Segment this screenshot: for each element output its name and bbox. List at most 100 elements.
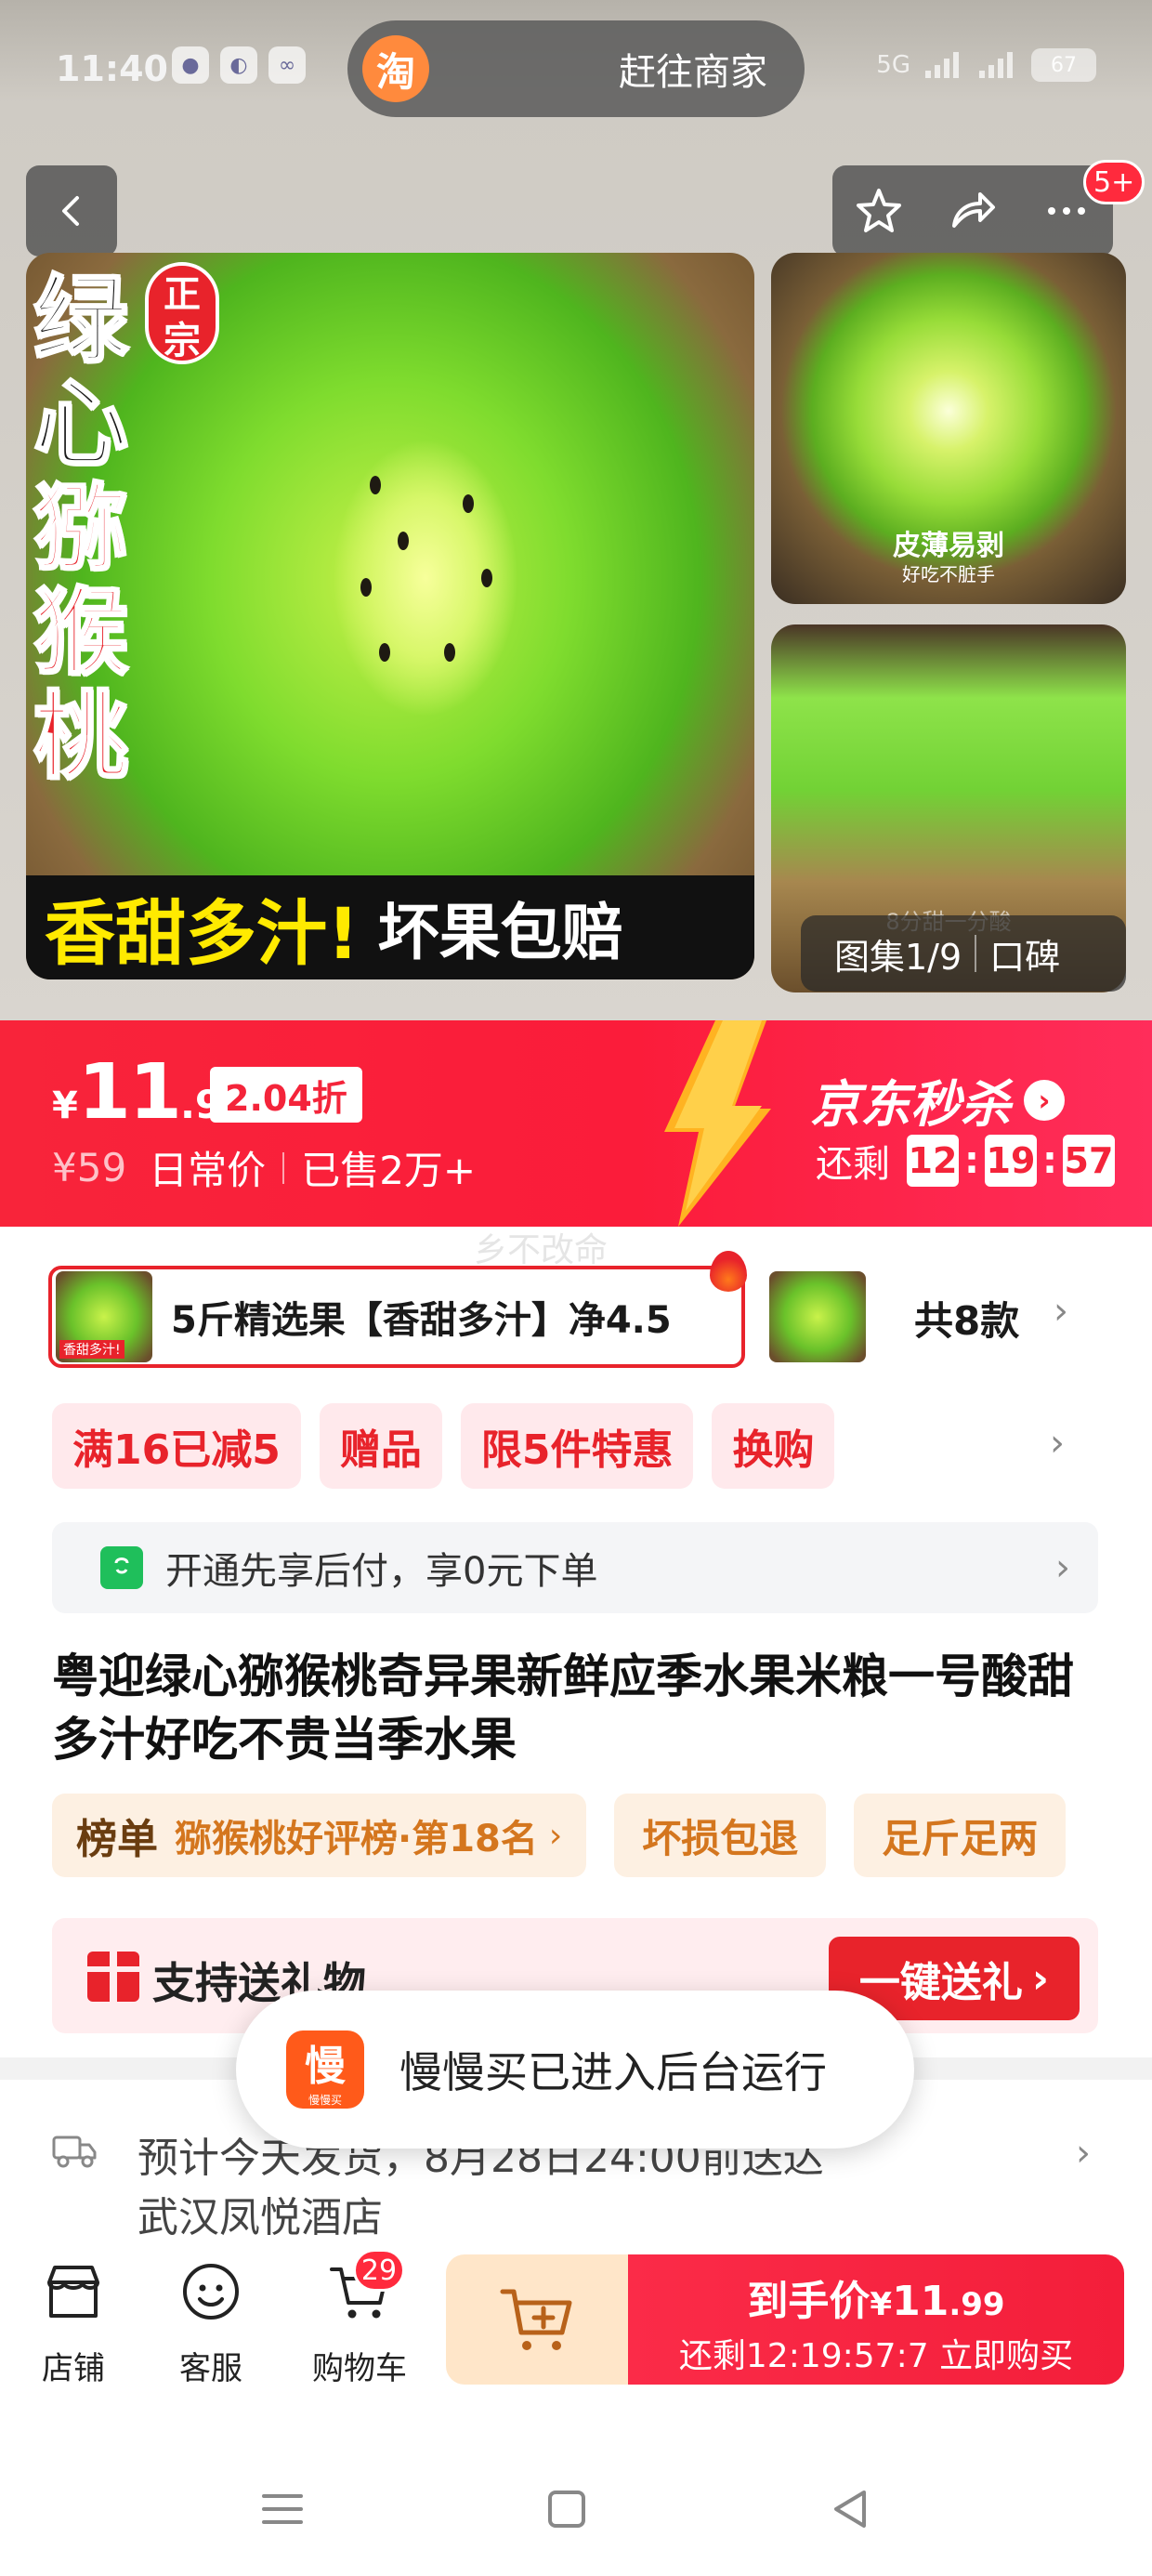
sku-count[interactable]: 共8款 — [914, 1290, 1019, 1347]
chevron-right-icon: › — [548, 1816, 563, 1855]
menu-icon[interactable] — [255, 2481, 310, 2537]
toast-logo-main: 慢 — [305, 2042, 346, 2090]
customer-service-button[interactable]: 客服 — [160, 2258, 262, 2388]
weight-guarantee-tag[interactable]: 足斤足两 — [854, 1794, 1067, 1877]
system-navigation-bar — [0, 2416, 1152, 2576]
kiwi-seed — [379, 643, 390, 662]
banner-sweet-juicy: 香甜多汁! — [45, 892, 360, 975]
buy-now-button[interactable]: 到手价¥11.99 还剩12:19:57:7 立即购买 — [628, 2254, 1124, 2385]
pay-later-bar[interactable]: 开通先享后付，享0元下单 › — [52, 1522, 1098, 1613]
original-price: ¥59 — [52, 1145, 127, 1190]
sold-count: 已售2万+ — [301, 1148, 477, 1193]
add-to-cart-button[interactable] — [446, 2254, 632, 2385]
thumb1-caption: 皮薄易剥 — [893, 530, 1004, 562]
favorite-button[interactable] — [842, 174, 916, 248]
chevron-left-icon — [62, 196, 79, 226]
seckill-countdown: 还剩 12 : 19 : 57 — [816, 1134, 1115, 1188]
price-integer: 11 — [77, 1048, 182, 1137]
sku-thumb-label: 香甜多汁! — [59, 1340, 124, 1359]
chevron-right-icon: › — [1054, 1290, 1068, 1333]
share-icon — [951, 192, 995, 228]
share-button[interactable] — [936, 174, 1010, 248]
gift-icon — [87, 1952, 139, 2002]
gallery-counter[interactable]: 图集1/9 口碑 — [801, 915, 1126, 992]
cart-count-badge: 29 — [353, 2249, 405, 2292]
delivery-address: 武汉凤悦酒店 — [137, 2194, 383, 2241]
main-product-image[interactable]: 绿心 猕猴桃 正宗 香甜多汁! 坏果包赔 — [26, 253, 754, 979]
image-title-red: 猕猴桃 — [33, 474, 130, 793]
lightning-bolt-icon — [664, 1020, 771, 1227]
authentic-tag: 正宗 — [145, 262, 219, 364]
go-to-merchant-label: 赶往商家 — [619, 51, 767, 94]
image-vertical-title: 绿心 猕猴桃 — [33, 268, 154, 793]
product-title: 粤迎绿心猕猴桃奇异果新鲜应季水果米粮一号酸甜多汁好吃不贵当季水果 — [52, 1649, 1074, 1767]
banner-damage-refund: 坏果包赔 — [377, 897, 623, 968]
shopping-bag-icon — [100, 1546, 143, 1589]
ranking-value: 猕猴桃好评榜·第18名 — [175, 1818, 538, 1860]
image-bottom-banner: 香甜多汁! 坏果包赔 — [26, 875, 754, 979]
top-actions — [832, 165, 1113, 256]
kiwi-seed — [444, 643, 455, 662]
network-type: 5G — [876, 51, 910, 79]
countdown-hours: 12 — [907, 1135, 959, 1187]
bottom-action-bar: 店铺 客服 购物车 29 到手价¥11.99 还剩12:19:57:7 立即购买 — [0, 2240, 1152, 2398]
product-tags: 榜单 猕猴桃好评榜·第18名 › 坏损包退 足斤足两 — [52, 1794, 1067, 1877]
colon: : — [964, 1139, 979, 1182]
back-button[interactable] — [26, 165, 117, 256]
chevron-right-icon[interactable]: › — [1050, 1422, 1065, 1465]
home-icon[interactable] — [539, 2481, 595, 2537]
countdown-label: 还剩 — [816, 1143, 890, 1186]
reviews-link[interactable]: 口碑 — [989, 928, 1060, 979]
promo-tag[interactable]: 限5件特惠 — [460, 1403, 694, 1489]
ranking-tag[interactable]: 榜单 猕猴桃好评榜·第18名 › — [52, 1794, 587, 1877]
countdown-seconds: 57 — [1063, 1135, 1115, 1187]
signal-icon — [925, 52, 959, 78]
sku-thumbnail: 香甜多汁! — [56, 1271, 152, 1362]
go-to-merchant-pill[interactable]: 淘 赶往商家 — [347, 20, 805, 117]
toast-logo-sub: 慢慢买 — [308, 2093, 342, 2107]
truck-icon — [52, 2136, 97, 2168]
gallery-index: 图集1/9 — [834, 936, 962, 978]
store-icon — [47, 2266, 99, 2318]
price-banner: ¥ 11 .99 2.04折 ¥59 日常价 已售2万+ 京东秒杀 › 还剩 1… — [0, 1020, 1152, 1227]
hot-flame-icon — [710, 1251, 747, 1292]
discount-badge: 2.04折 — [210, 1067, 362, 1123]
cart-label: 购物车 — [312, 2350, 407, 2387]
status-time: 11:40 — [56, 48, 168, 89]
final-price-prefix: 到手价 — [747, 2278, 871, 2325]
pay-later-text: 开通先享后付，享0元下单 — [165, 1550, 598, 1593]
colon: : — [1042, 1139, 1057, 1182]
shop-label: 店铺 — [42, 2350, 105, 2387]
promo-tag[interactable]: 满16已减5 — [52, 1403, 301, 1489]
promo-tag[interactable]: 赠品 — [319, 1403, 442, 1489]
selected-sku[interactable]: 香甜多汁! 5斤精选果【香甜多汁】净4.5 — [48, 1266, 745, 1368]
shop-button[interactable]: 店铺 — [22, 2258, 124, 2388]
add-to-cart-icon — [500, 2289, 572, 2350]
buy-countdown: 还剩12:19:57:7 立即购买 — [678, 2337, 1074, 2375]
service-label: 客服 — [179, 2350, 242, 2387]
final-price-int: 11 — [892, 2278, 949, 2325]
sku-selector[interactable]: 香甜多汁! 5斤精选果【香甜多汁】净4.5 共8款 › — [48, 1251, 1152, 1372]
chevron-right-icon: › — [1031, 1954, 1050, 2003]
kiwi-seed — [398, 532, 409, 550]
kiwi-seed — [463, 494, 474, 513]
guarantee-tag[interactable]: 坏损包退 — [614, 1794, 827, 1877]
battery-icon: 67 — [1031, 48, 1096, 82]
final-price-currency: ¥ — [870, 2286, 893, 2323]
back-triangle-icon[interactable] — [823, 2481, 879, 2537]
jd-seckill-link[interactable]: 京东秒杀 › — [810, 1063, 1065, 1137]
product-gallery[interactable]: 11:40 ● ◐ ∞ 5G 67 淘 赶往商家 5+ 绿心 猕猴桃 正宗 香甜… — [0, 0, 1152, 1022]
infinity-app-icon: ∞ — [268, 46, 306, 84]
counter-divider — [975, 935, 977, 972]
manmanmai-logo-icon: 慢 慢慢买 — [286, 2031, 364, 2109]
sku-thumbnail-alt[interactable] — [769, 1271, 866, 1362]
gallery-thumbnail-1[interactable]: 皮薄易剥 好吃不脏手 — [771, 253, 1126, 604]
price-currency: ¥ — [52, 1084, 78, 1127]
promotion-tags[interactable]: 满16已减5 赠品 限5件特惠 换购 — [52, 1403, 835, 1489]
divider — [282, 1151, 285, 1184]
watermark: 乡不改命 — [474, 1231, 609, 1269]
promo-tag[interactable]: 换购 — [712, 1403, 835, 1489]
star-icon — [857, 189, 902, 232]
kiwi-seed — [481, 569, 492, 587]
taobao-logo-icon: 淘 — [362, 35, 429, 102]
